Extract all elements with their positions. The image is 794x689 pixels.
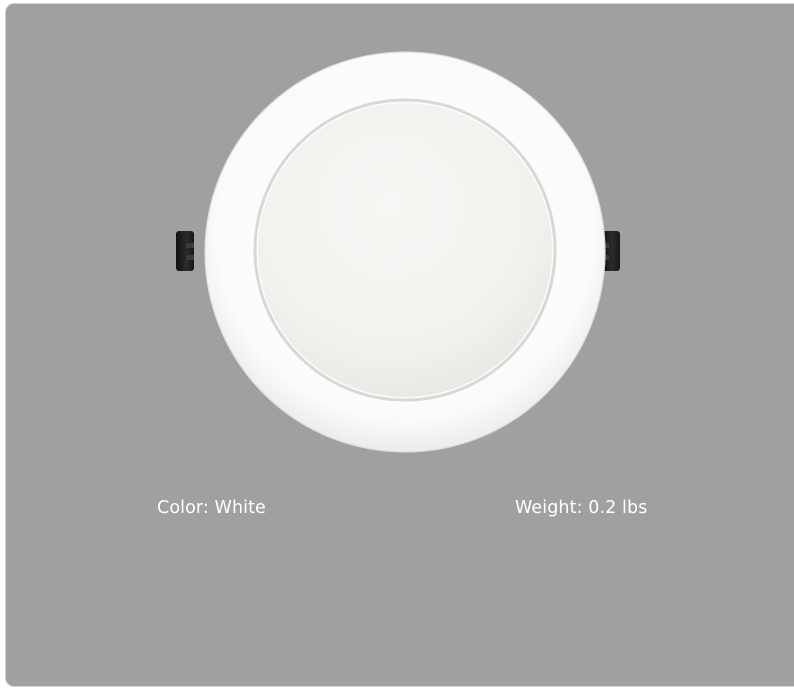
left-spring-clip — [176, 231, 194, 271]
diffuser-lens — [258, 103, 552, 397]
color-spec: Color: White — [157, 498, 266, 518]
product-card: Color: White Weight: 0.2 lbs — [5, 3, 794, 687]
product-image — [161, 47, 633, 457]
weight-spec: Weight: 0.2 lbs — [515, 498, 648, 518]
